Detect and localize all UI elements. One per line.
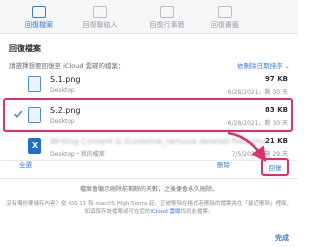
file-name: S.1.png [50, 75, 81, 84]
folder-restore-icon [32, 6, 46, 18]
file-icon [28, 107, 41, 123]
select-all-button[interactable]: 全選 [19, 159, 32, 169]
file-folder: Desktop [50, 118, 75, 125]
file-size: 97 KB [265, 75, 288, 83]
icloud-drive-link[interactable]: iCloud 雲碟 [151, 209, 181, 215]
tab-label: 回復聯絡人 [82, 21, 118, 29]
tab-restore-files[interactable]: 回復檔案 [10, 0, 68, 34]
backup-note: 沒有備份要儲存內容？從 iOS 11 和 macOS High Sierra 起… [6, 200, 292, 216]
tab-label: 回復行事曆 [149, 21, 185, 29]
file-date: 6/28/2021，剩 30 天 [227, 120, 288, 127]
excel-file-icon [28, 138, 41, 154]
file-folder: Desktop [50, 87, 75, 94]
divider [0, 178, 298, 179]
top-tab-bar: 回復檔案 回復聯絡人 回復行事曆 回復書籤 [0, 0, 298, 34]
file-icon [28, 76, 41, 92]
restore-label: 回復 [268, 164, 282, 172]
contacts-icon [93, 6, 107, 18]
calendar-icon [160, 6, 174, 18]
done-button[interactable]: 完成 [275, 233, 289, 243]
arrow-annotation-icon [227, 131, 267, 162]
tab-restore-contacts[interactable]: 回復聯絡人 [70, 0, 130, 34]
page-title: 回復檔案 [9, 44, 41, 53]
file-size: 83 KB [265, 106, 288, 114]
retention-note: 檔案會顯示刪除前剩餘的天數，之後便會永久刪除。 [79, 186, 218, 193]
tab-label: 回復書籤 [211, 21, 239, 29]
file-date: 6/28/2021，剩 30 天 [227, 89, 288, 96]
checkmark-icon[interactable] [13, 109, 23, 119]
tab-label: 回復檔案 [25, 21, 53, 29]
checkbox-empty-icon[interactable] [13, 78, 23, 88]
file-row[interactable]: S.1.png Desktop 97 KB 6/28/2021，剩 30 天 [0, 69, 298, 99]
tab-restore-bookmarks[interactable]: 回復書籤 [200, 0, 250, 34]
bookmark-icon [218, 6, 232, 18]
file-name: S.2.png [50, 106, 81, 115]
tab-restore-calendars[interactable]: 回復行事曆 [137, 0, 197, 34]
file-row-selected[interactable]: S.2.png Desktop 83 KB 6/28/2021，剩 30 天 [0, 100, 298, 130]
backup-note-text-end: 找到此檔案。 [180, 209, 214, 215]
checkbox-empty-icon[interactable] [13, 140, 23, 150]
backup-note-text: 沒有備份要儲存內容？從 iOS 11 和 macOS High Sierra 起… [6, 201, 293, 215]
